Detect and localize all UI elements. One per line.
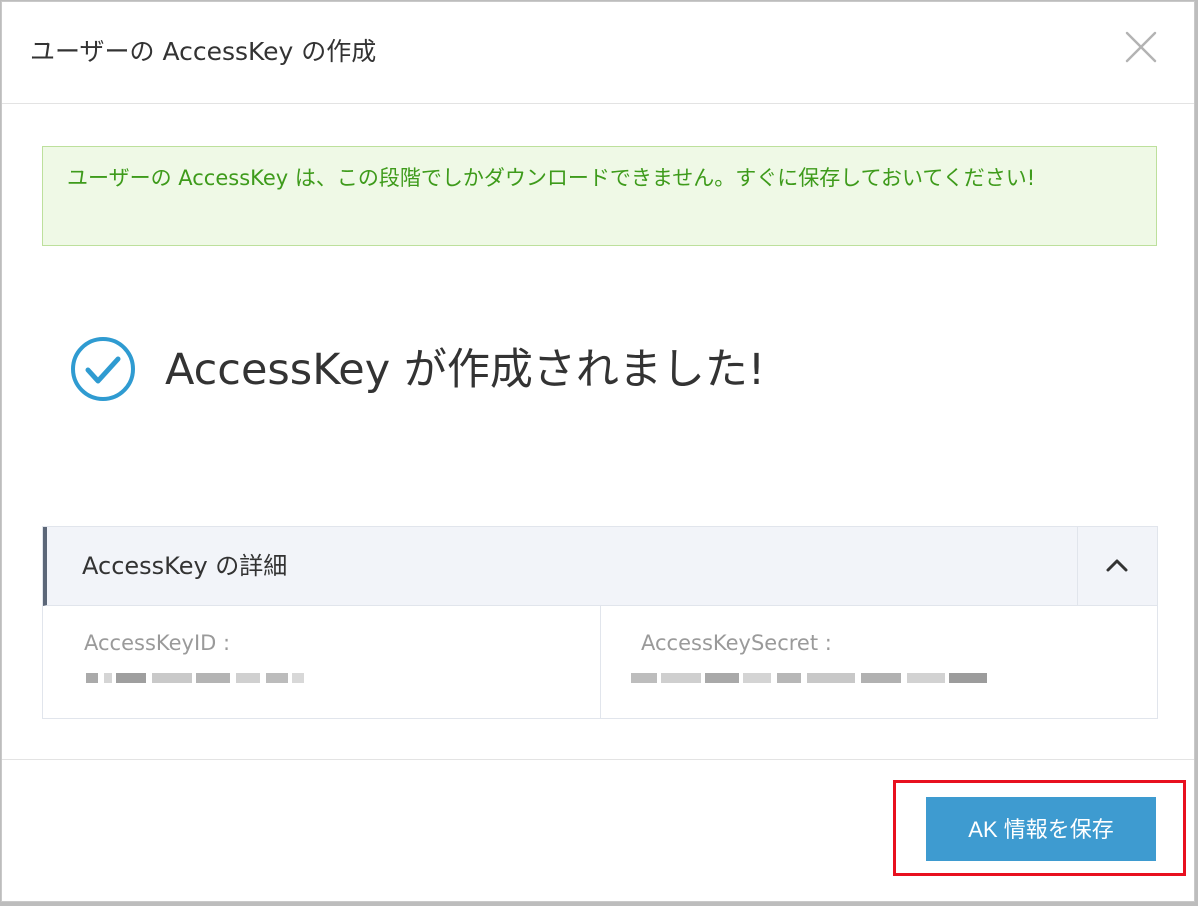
accesskey-secret-cell: AccessKeySecret :: [601, 606, 1157, 718]
warning-alert: ユーザーの AccessKey は、この段階でしかダウンロードできません。すぐに…: [42, 146, 1157, 246]
details-body: AccessKeyID : AccessKeySecret :: [43, 606, 1157, 718]
success-text: AccessKey が作成されました!: [165, 345, 766, 395]
accesskey-secret-masked-value[interactable]: [631, 670, 987, 686]
create-accesskey-dialog: ユーザーの AccessKey の作成 ユーザーの AccessKey は、この…: [1, 1, 1195, 902]
alert-message: ユーザーの AccessKey は、この段階でしかダウンロードできません。すぐに…: [67, 166, 1036, 190]
close-button[interactable]: [1124, 30, 1158, 64]
accesskey-secret-label: AccessKeySecret :: [641, 631, 832, 655]
details-header: AccessKey の詳細: [43, 527, 1157, 606]
accesskey-id-masked-value[interactable]: [86, 670, 304, 686]
dialog-title: ユーザーの AccessKey の作成: [30, 37, 377, 66]
collapse-button[interactable]: [1077, 527, 1157, 605]
close-icon: [1125, 31, 1157, 63]
check-circle-icon: [71, 337, 135, 401]
accesskey-id-label: AccessKeyID :: [84, 631, 231, 655]
chevron-up-icon: [1106, 559, 1128, 572]
save-ak-info-button[interactable]: AK 情報を保存: [926, 797, 1156, 861]
details-title: AccessKey の詳細: [82, 552, 288, 580]
dialog-header: ユーザーの AccessKey の作成: [2, 2, 1194, 104]
accesskey-id-cell: AccessKeyID :: [43, 606, 601, 718]
accesskey-details-panel: AccessKey の詳細 AccessKeyID : AccessKeySec…: [42, 526, 1158, 719]
